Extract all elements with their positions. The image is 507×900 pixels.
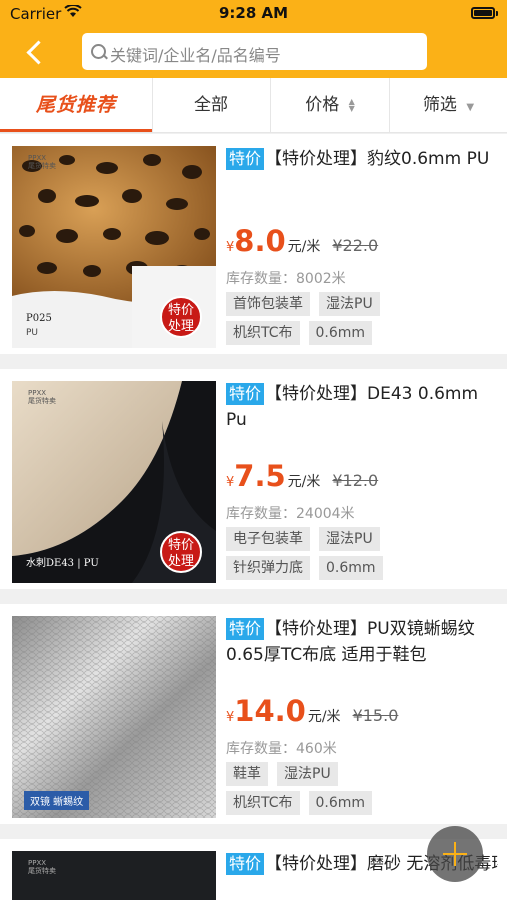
- navigation-bar: 关键词/企业名/品名编号: [0, 28, 507, 78]
- search-input[interactable]: 关键词/企业名/品名编号: [82, 33, 427, 70]
- product-title: 特价 【特价处理】PU双镜蜥蜴纹0.65厚TC布底 适用于鞋包: [226, 616, 498, 668]
- sale-badge: 特价: [226, 383, 265, 405]
- tag: 0.6mm: [308, 791, 373, 815]
- image-code: P025: [26, 313, 52, 324]
- tag: 湿法PU: [277, 762, 338, 786]
- product-image: 双镜 蜥蜴纹: [12, 616, 216, 818]
- tag: 机织TC布: [226, 791, 300, 815]
- product-title: 特价 【特价处理】DE43 0.6mm Pu: [226, 381, 498, 433]
- tab-recommended[interactable]: 尾货推荐: [0, 78, 153, 132]
- search-placeholder: 关键词/企业名/品名编号: [110, 46, 281, 65]
- price-row: ¥14.0 元/米 ¥15.0: [226, 694, 398, 734]
- sort-icon: ▲ ▼: [348, 97, 355, 113]
- tag: 首饰包装革: [226, 292, 310, 316]
- add-button[interactable]: [427, 826, 483, 882]
- tag-list: 鞋革 湿法PU 机织TC布 0.6mm: [226, 762, 501, 820]
- tag-list: 首饰包装革 湿法PU 机织TC布 0.6mm: [226, 292, 501, 350]
- price-unit: 元/米: [287, 474, 321, 490]
- product-image: PPXX 尾货特卖 P025 PU 特价处理: [12, 146, 216, 348]
- product-card[interactable]: PPXX 尾货特卖 P025 PU 特价处理 特价 【特价处理】豹纹0.6mm PU…: [0, 134, 507, 354]
- tag: 鞋革: [226, 762, 268, 786]
- original-price: ¥22.0: [332, 236, 379, 255]
- filter-tabs: 尾货推荐 全部 价格 ▲ ▼ 筛选 ▼: [0, 78, 507, 133]
- product-name: 【特价处理】豹纹0.6mm PU: [265, 149, 490, 169]
- tag: 0.6mm: [319, 556, 383, 580]
- tag: 针织弹力底: [226, 556, 310, 580]
- current-price: 7.5: [234, 459, 286, 493]
- original-price: ¥12.0: [332, 471, 379, 490]
- price-row: ¥7.5 元/米 ¥12.0: [226, 459, 378, 499]
- brand-logo: PPXX 尾货特卖: [28, 859, 56, 875]
- clock: 9:28 AM: [218, 4, 289, 22]
- product-card[interactable]: 双镜 蜥蜴纹 特价 【特价处理】PU双镜蜥蜴纹0.65厚TC布底 适用于鞋包 ¥1…: [0, 604, 507, 824]
- sale-stamp: 特价处理: [160, 531, 202, 573]
- tab-price-label: 价格: [305, 95, 340, 115]
- tab-filter[interactable]: 筛选 ▼: [390, 78, 507, 132]
- current-price: 8.0: [234, 224, 286, 258]
- tab-all-label: 全部: [194, 95, 228, 115]
- sale-stamp: 特价处理: [160, 296, 202, 338]
- image-code-material: PU: [26, 328, 39, 338]
- product-card[interactable]: PPXX 尾货特卖 水刺DE43 | PU 特价处理 特价 【特价处理】DE43 0…: [0, 369, 507, 589]
- brand-logo: PPXX 尾货特卖: [28, 154, 56, 170]
- dropdown-caret-icon: ▼: [466, 102, 475, 113]
- tag: 0.6mm: [308, 321, 373, 345]
- tag: 电子包装革: [226, 527, 310, 551]
- price-unit: 元/米: [287, 239, 321, 255]
- image-code: 水刺DE43 | PU: [26, 558, 99, 569]
- tag: 机织TC布: [226, 321, 300, 345]
- tag-list: 电子包装革 湿法PU 针织弹力底 0.6mm: [226, 527, 501, 585]
- stock-quantity: 库存数量：8002米: [226, 271, 346, 287]
- current-price: 14.0: [234, 694, 306, 728]
- sale-badge: 特价: [226, 148, 265, 170]
- back-arrow-icon[interactable]: [22, 34, 52, 70]
- tab-price[interactable]: 价格 ▲ ▼: [271, 78, 390, 132]
- status-bar: Carrier 9:28 AM: [0, 0, 507, 28]
- search-icon: [91, 44, 106, 59]
- active-tab-indicator: [0, 129, 152, 132]
- stock-quantity: 库存数量：24004米: [226, 506, 355, 522]
- original-price: ¥15.0: [352, 706, 399, 725]
- tab-filter-label: 筛选: [422, 95, 457, 115]
- product-image: PPXX 尾货特卖 水刺DE43 | PU 特价处理: [12, 381, 216, 583]
- battery-icon: [471, 7, 498, 19]
- tab-all[interactable]: 全部: [152, 78, 271, 132]
- image-code: 双镜 蜥蜴纹: [24, 791, 90, 810]
- brand-logo: PPXX 尾货特卖: [28, 389, 56, 405]
- price-unit: 元/米: [307, 709, 341, 725]
- tag: 湿法PU: [319, 292, 380, 316]
- stock-quantity: 库存数量：460米: [226, 741, 337, 757]
- tab-recommended-label: 尾货推荐: [35, 94, 116, 116]
- product-image: PPXX 尾货特卖: [12, 851, 216, 900]
- sale-badge: 特价: [226, 853, 265, 875]
- tag: 湿法PU: [319, 527, 380, 551]
- price-row: ¥8.0 元/米 ¥22.0: [226, 224, 378, 264]
- sale-badge: 特价: [226, 618, 265, 640]
- product-title: 特价 【特价处理】豹纹0.6mm PU: [226, 146, 498, 172]
